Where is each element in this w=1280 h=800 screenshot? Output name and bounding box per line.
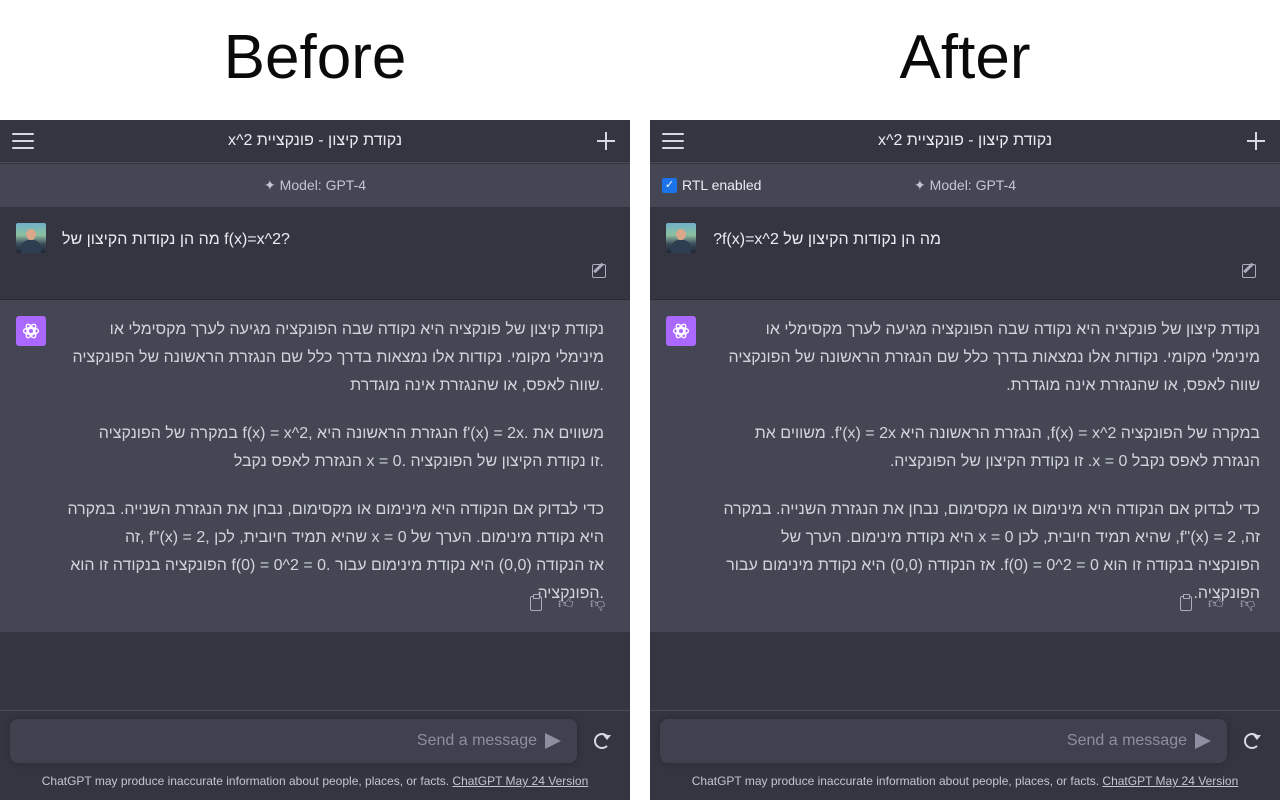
message-input[interactable]: Send a message — [660, 719, 1227, 763]
model-indicator: ✦ Model: GPT-4 — [0, 177, 630, 194]
feedback-actions: 👍︎ 👎︎ — [1180, 594, 1256, 612]
user-avatar — [16, 223, 46, 253]
edit-icon[interactable] — [1242, 264, 1256, 278]
plus-icon[interactable] — [596, 131, 616, 151]
after-heading: After — [899, 23, 1031, 92]
message-placeholder: Send a message — [1066, 732, 1187, 749]
user-message-row: מה הן נקודות הקיצון של f(x)=x^2? — [650, 207, 1280, 300]
top-bar: x^2 נקודת קיצון - פונקציית — [650, 120, 1280, 163]
user-avatar — [666, 223, 696, 253]
after-chat-panel: x^2 נקודת קיצון - פונקציית ✓ RTL enabled… — [650, 120, 1280, 800]
composer-area: Send a message ChatGPT may produce inacc… — [0, 710, 630, 800]
message-placeholder: Send a message — [416, 732, 537, 749]
user-message: מה הן נקודות הקיצון של f(x)=x^2? — [62, 231, 290, 248]
assistant-message-row: נקודת קיצון של פונקציה היא נקודה שבה הפו… — [0, 300, 630, 632]
sparkle-icon: ✦ — [263, 177, 276, 193]
assistant-paragraph: כדי לבדוק אם הנקודה היא מינימום או מקסימ… — [723, 501, 1260, 602]
model-bar: ✓ RTL enabled ✦ Model: GPT-4 — [650, 164, 1280, 207]
version-link[interactable]: ChatGPT May 24 Version — [452, 774, 588, 788]
model-indicator: ✦ Model: GPT-4 — [650, 177, 1280, 194]
assistant-message-row: נקודת קיצון של פונקציה היא נקודה שבה הפו… — [650, 300, 1280, 632]
clipboard-icon[interactable] — [530, 594, 542, 611]
assistant-paragraph: נקודת קיצון של פונקציה היא נקודה שבה הפו… — [72, 321, 605, 394]
regenerate-icon[interactable] — [594, 733, 611, 749]
edit-icon[interactable] — [592, 264, 606, 278]
chat-title: x^2 נקודת קיצון - פונקציית — [227, 132, 403, 149]
assistant-paragraph: במקרה של הפונקציה f(x) = x^2, הנגזרת הרא… — [98, 425, 604, 470]
user-message-row: מה הן נקודות הקיצון של f(x)=x^2? — [0, 207, 630, 300]
message-input[interactable]: Send a message — [10, 719, 577, 763]
footer-disclaimer: ChatGPT may produce inaccurate informati… — [650, 774, 1280, 788]
footer-disclaimer: ChatGPT may produce inaccurate informati… — [0, 774, 630, 788]
footer-text: ChatGPT may produce inaccurate informati… — [41, 774, 453, 788]
user-message: מה הן נקודות הקיצון של f(x)=x^2? — [713, 231, 941, 248]
openai-logo-icon — [16, 316, 46, 346]
send-icon[interactable] — [545, 733, 561, 749]
composer-area: Send a message ChatGPT may produce inacc… — [650, 710, 1280, 800]
model-label: Model: GPT-4 — [929, 177, 1017, 193]
assistant-paragraph: נקודת קיצון של פונקציה היא נקודה שבה הפו… — [728, 321, 1261, 394]
thumbs-down-icon[interactable]: 👎︎ — [590, 596, 606, 612]
assistant-paragraph: במקרה של הפונקציה f(x) = x^2, הנגזרת הרא… — [754, 425, 1260, 470]
regenerate-icon[interactable] — [1244, 733, 1261, 749]
chat-title: x^2 נקודת קיצון - פונקציית — [877, 132, 1053, 149]
top-bar: x^2 נקודת קיצון - פונקציית — [0, 120, 630, 163]
assistant-message: נקודת קיצון של פונקציה היא נקודה שבה הפו… — [716, 316, 1260, 628]
model-bar: ✦ Model: GPT-4 — [0, 164, 630, 207]
version-link[interactable]: ChatGPT May 24 Version — [1102, 774, 1238, 788]
before-heading: Before — [223, 23, 407, 92]
thumbs-up-icon[interactable]: 👍︎ — [1208, 596, 1224, 612]
plus-icon[interactable] — [1246, 131, 1266, 151]
clipboard-icon[interactable] — [1180, 594, 1192, 611]
before-chat-panel: x^2 נקודת קיצון - פונקציית ✦ Model: GPT-4… — [0, 120, 630, 800]
feedback-actions: 👍︎ 👎︎ — [530, 594, 606, 612]
hamburger-menu-icon[interactable] — [12, 133, 34, 151]
assistant-paragraph: כדי לבדוק אם הנקודה היא מינימום או מקסימ… — [67, 501, 604, 602]
send-icon[interactable] — [1195, 733, 1211, 749]
thumbs-down-icon[interactable]: 👎︎ — [1240, 596, 1256, 612]
hamburger-menu-icon[interactable] — [662, 133, 684, 151]
footer-text: ChatGPT may produce inaccurate informati… — [691, 774, 1103, 788]
sparkle-icon: ✦ — [913, 177, 926, 193]
model-label: Model: GPT-4 — [279, 177, 367, 193]
openai-logo-icon — [666, 316, 696, 346]
thumbs-up-icon[interactable]: 👍︎ — [558, 596, 574, 612]
assistant-message: נקודת קיצון של פונקציה היא נקודה שבה הפו… — [62, 316, 604, 628]
